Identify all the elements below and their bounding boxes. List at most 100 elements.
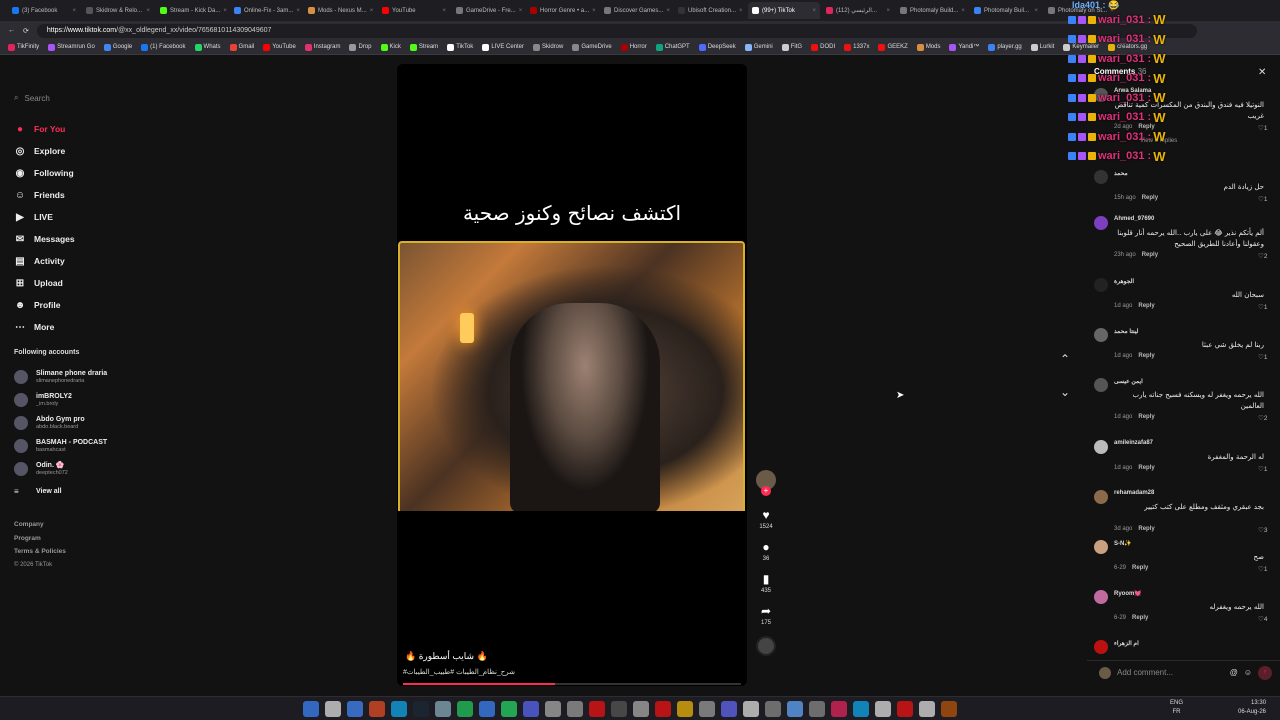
taskbar-app-icon[interactable] <box>721 701 737 717</box>
share-button[interactable]: ➦ 175 <box>755 604 777 626</box>
tab-close-icon[interactable]: × <box>666 8 670 14</box>
browser-tab[interactable]: Stream - Kick Da... × <box>156 2 228 19</box>
reply-button[interactable]: Reply <box>1132 615 1148 621</box>
following-account[interactable]: imBROLY2 _im.broly <box>14 388 107 411</box>
browser-tab[interactable]: Photomaly Buil... × <box>970 2 1042 19</box>
view-all-link[interactable]: ≡ View all <box>14 480 107 503</box>
comment-like-button[interactable]: ♡1 <box>1258 353 1267 361</box>
comment-username[interactable]: ايمن عيسى <box>1114 378 1143 385</box>
bookmark-item[interactable]: ChatGPT <box>655 43 690 51</box>
comment-username[interactable]: S-N✨ <box>1114 540 1132 547</box>
browser-tab[interactable]: Horror Genre • a... × <box>526 2 598 19</box>
reload-icon[interactable]: ⟳ <box>23 27 29 35</box>
browser-tab[interactable]: (112) الرئيسي... × <box>822 2 894 19</box>
language-indicator[interactable]: ENG FR <box>1170 699 1183 717</box>
comment-username[interactable]: محمد <box>1114 170 1128 177</box>
comment-username[interactable]: rehamadam28 <box>1114 490 1154 496</box>
emoji-icon[interactable]: ☺ <box>1244 668 1252 677</box>
comment-username[interactable]: amileinzafa87 <box>1114 440 1153 446</box>
comment-username[interactable]: لينتا محمد <box>1114 328 1138 335</box>
footer-terms-link[interactable]: Terms & Policies <box>14 545 66 559</box>
nav-item-activity[interactable]: ▤ Activity <box>14 250 75 272</box>
taskbar-app-icon[interactable] <box>589 701 605 717</box>
tab-close-icon[interactable]: × <box>370 8 374 14</box>
following-account[interactable]: Slimane phone draria slimanephonedraria <box>14 365 107 388</box>
reply-button[interactable]: Reply <box>1138 353 1154 359</box>
avatar[interactable] <box>1094 440 1108 454</box>
bookmark-item[interactable]: Lurkit <box>1030 43 1054 51</box>
taskbar-app-icon[interactable] <box>457 701 473 717</box>
avatar[interactable] <box>1094 170 1108 184</box>
tab-close-icon[interactable]: × <box>1034 8 1038 14</box>
bookmark-item[interactable]: player.gg <box>988 43 1022 51</box>
bookmark-item[interactable]: Stream <box>409 43 438 51</box>
tab-close-icon[interactable]: × <box>223 8 227 14</box>
taskbar-app-icon[interactable] <box>479 701 495 717</box>
comment-button[interactable]: ● 36 <box>755 540 777 562</box>
taskbar-app-icon[interactable] <box>633 701 649 717</box>
avatar[interactable] <box>1094 278 1108 292</box>
taskbar-app-icon[interactable] <box>743 701 759 717</box>
comment-like-button[interactable]: ♡3 <box>1258 526 1267 534</box>
browser-tab[interactable]: Skidrow & Relo... × <box>82 2 154 19</box>
bookmark-item[interactable]: Instagram <box>304 43 340 51</box>
bookmark-item[interactable]: Streamrun Go <box>48 43 95 51</box>
taskbar-app-icon[interactable] <box>941 701 957 717</box>
taskbar-app-icon[interactable] <box>831 701 847 717</box>
bookmark-item[interactable]: TikFinity <box>8 43 39 51</box>
comment-like-button[interactable]: ♡1 <box>1258 303 1267 311</box>
bookmark-item[interactable]: Gemini <box>744 43 773 51</box>
tab-close-icon[interactable]: × <box>886 8 890 14</box>
video-hashtags[interactable]: #شرح_نظام_الطيبات #طبيب_الطيبات <box>403 668 515 676</box>
nav-item-more[interactable]: ⋯ More <box>14 316 75 338</box>
taskbar-app-icon[interactable] <box>567 701 583 717</box>
nav-item-messages[interactable]: ✉ Messages <box>14 228 75 250</box>
taskbar-app-icon[interactable] <box>699 701 715 717</box>
like-button[interactable]: ♥ 1524 <box>755 508 777 530</box>
following-account[interactable]: BASMAH - PODCAST basmahcast <box>14 434 107 457</box>
save-button[interactable]: ▮ 435 <box>755 572 777 594</box>
bookmark-item[interactable]: FitG <box>781 43 802 51</box>
follow-plus-icon[interactable]: + <box>761 486 771 496</box>
reply-button[interactable]: Reply <box>1138 414 1154 420</box>
taskbar-app-icon[interactable] <box>897 701 913 717</box>
nav-item-for-you[interactable]: ● For You <box>14 118 75 140</box>
bookmark-item[interactable]: GameDrive <box>572 43 612 51</box>
bookmark-item[interactable]: Google <box>103 43 132 51</box>
browser-tab[interactable]: Ubisoft Creation... × <box>674 2 746 19</box>
bookmark-item[interactable]: LIVE Center <box>482 43 524 51</box>
tab-close-icon[interactable]: × <box>812 8 816 14</box>
chevron-down-icon[interactable]: ⌄ <box>1060 385 1070 418</box>
tab-close-icon[interactable]: × <box>72 8 76 14</box>
bookmark-item[interactable]: (1) Facebook <box>141 43 186 51</box>
creator-avatar[interactable]: + <box>756 470 776 496</box>
bookmark-item[interactable]: DeepSeek <box>698 43 736 51</box>
close-icon[interactable]: ✕ <box>1258 67 1266 78</box>
avatar[interactable] <box>1094 328 1108 342</box>
taskbar-app-icon[interactable] <box>369 701 385 717</box>
avatar[interactable] <box>1094 640 1108 654</box>
browser-tab[interactable]: Online-Fix - 3am... × <box>230 2 302 19</box>
nav-item-following[interactable]: ◉ Following <box>14 162 75 184</box>
bookmark-item[interactable]: Drop <box>349 43 372 51</box>
taskbar-app-icon[interactable] <box>545 701 561 717</box>
tab-close-icon[interactable]: × <box>146 8 150 14</box>
comment-like-button[interactable]: ♡2 <box>1258 414 1267 422</box>
taskbar-app-icon[interactable] <box>391 701 407 717</box>
tab-close-icon[interactable]: × <box>519 8 523 14</box>
reply-button[interactable]: Reply <box>1138 303 1154 309</box>
browser-tab[interactable]: (3) Facebook × <box>8 2 80 19</box>
back-icon[interactable]: ← <box>8 27 15 34</box>
comment-like-button[interactable]: ♡2 <box>1258 252 1267 260</box>
comment-like-button[interactable]: ♡4 <box>1258 615 1267 623</box>
system-clock[interactable]: 13:30 06-Aug-26 <box>1238 699 1266 717</box>
tab-close-icon[interactable]: × <box>296 8 300 14</box>
nav-item-upload[interactable]: ⊞ Upload <box>14 272 75 294</box>
taskbar-app-icon[interactable] <box>765 701 781 717</box>
comment-like-button[interactable]: ♡1 <box>1258 124 1267 132</box>
comment-like-button[interactable]: ♡1 <box>1258 565 1267 573</box>
reply-button[interactable]: Reply <box>1142 195 1158 201</box>
nav-item-friends[interactable]: ☺ Friends <box>14 184 75 206</box>
taskbar-app-icon[interactable] <box>787 701 803 717</box>
tab-close-icon[interactable]: × <box>442 8 446 14</box>
